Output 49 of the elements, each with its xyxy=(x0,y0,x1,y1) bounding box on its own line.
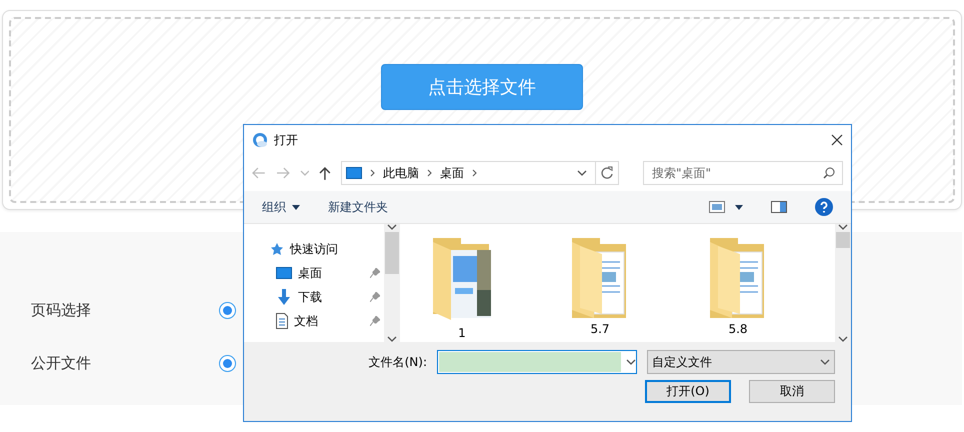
folder-item[interactable]: 5.7 xyxy=(560,238,640,342)
search-icon xyxy=(822,167,835,179)
chevron-down-icon xyxy=(820,359,830,365)
scroll-down-icon xyxy=(387,336,397,342)
dialog-button[interactable]: 取消 xyxy=(749,380,835,403)
search-field[interactable]: 搜索"桌面" xyxy=(642,161,843,185)
nav-item[interactable]: 桌面 xyxy=(270,264,380,282)
nav-item[interactable]: 文档 xyxy=(270,312,380,330)
folder-item[interactable]: 5.8 xyxy=(698,238,778,342)
document-icon xyxy=(276,313,288,329)
history-dropdown-icon xyxy=(300,170,310,176)
radio-button[interactable] xyxy=(219,355,236,372)
breadcrumb-item[interactable]: 桌面 xyxy=(440,164,464,182)
scroll-thumb[interactable] xyxy=(385,232,399,274)
monitor-icon xyxy=(346,167,362,179)
file-type-dropdown[interactable]: 自定义文件 xyxy=(647,350,835,374)
scroll-down-icon xyxy=(838,336,848,342)
address-bar[interactable]: 此电脑 桌面 xyxy=(341,161,619,185)
chevron-down-icon xyxy=(626,359,636,365)
folder-item[interactable]: 1 xyxy=(422,238,502,342)
monitor-icon xyxy=(276,267,292,279)
down-arrow-icon xyxy=(276,289,292,305)
chevron-right-icon xyxy=(427,169,432,177)
field-label: 页码选择 xyxy=(30,301,92,320)
filename-label: 文件名(N): xyxy=(368,354,427,370)
window-title: 打开 xyxy=(274,132,299,148)
scroll-up-icon xyxy=(387,224,397,230)
scrollbar[interactable] xyxy=(384,224,400,342)
scrollbar[interactable] xyxy=(835,224,851,342)
radio-button[interactable] xyxy=(219,302,236,319)
dialog-button[interactable]: 打开(O) xyxy=(645,380,731,403)
filename-field[interactable] xyxy=(437,350,637,374)
up-arrow-icon[interactable] xyxy=(319,166,332,180)
field-label: 公开文件 xyxy=(30,354,92,373)
star-icon xyxy=(270,242,284,256)
chevron-down-icon xyxy=(576,170,587,176)
view-icon[interactable] xyxy=(709,201,725,213)
preview-pane-icon[interactable] xyxy=(771,201,787,213)
nav-item[interactable]: 下载 xyxy=(270,288,380,306)
breadcrumb-item[interactable]: 此电脑 xyxy=(383,164,420,182)
photo-folder-icon xyxy=(431,238,493,322)
chevron-right-icon xyxy=(472,169,478,177)
scroll-up-icon xyxy=(838,224,848,230)
nav-item[interactable]: 快速访问 xyxy=(270,240,380,258)
help-icon[interactable] xyxy=(815,198,833,216)
scroll-thumb[interactable] xyxy=(836,232,850,248)
chevron-right-icon xyxy=(370,169,376,177)
close-icon[interactable] xyxy=(831,134,843,146)
app-icon xyxy=(252,132,268,148)
